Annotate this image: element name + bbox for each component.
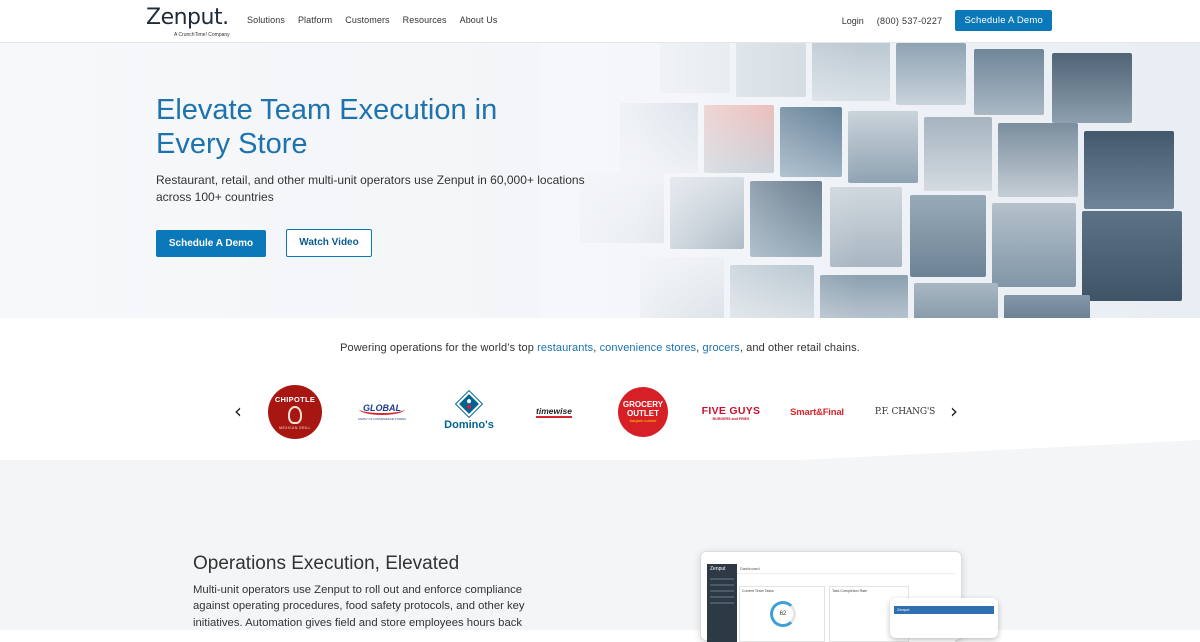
login-link[interactable]: Login <box>842 16 864 26</box>
brand-chipotle: CHIPOTLE MEXICAN GRILL <box>268 385 322 439</box>
hero-title: Elevate Team Execution in Every Store <box>156 94 498 160</box>
five-guys-logo-text: FIVE GUYS <box>701 404 761 417</box>
phone-link[interactable]: (800) 537-0227 <box>877 16 943 26</box>
mobile-app-header: Zenput <box>894 606 994 614</box>
dashboard-brand: Zenput <box>710 566 726 572</box>
nav-links: Solutions Platform Customers Resources A… <box>247 15 497 25</box>
brand-dominos: Domino's <box>440 389 498 437</box>
intro-prefix: Powering operations for the world’s top <box>340 342 538 354</box>
top-nav: Zenput. A CrunchTime! Company Solutions … <box>0 0 1200 43</box>
global-sub-text: FAMILY OF CONVENIENCE STORES <box>358 417 406 421</box>
watch-video-button[interactable]: Watch Video <box>286 229 372 257</box>
brand-grocery-outlet: GROCERY OUTLET bargain market <box>618 387 668 437</box>
nav-resources[interactable]: Resources <box>403 15 447 25</box>
pf-changs-logo-text: P.F. CHANG'S <box>874 407 936 417</box>
nav-solutions[interactable]: Solutions <box>247 15 285 25</box>
nav-customers[interactable]: Customers <box>345 15 389 25</box>
brand-pf-changs: P.F. CHANG'S <box>872 401 938 423</box>
chipotle-logo-text: CHIPOTLE <box>274 394 316 404</box>
outlet-logo-text: OUTLET <box>627 409 659 418</box>
hero-section: Elevate Team Execution in Every Store Re… <box>0 43 1200 318</box>
dashboard-sidebar: Zenput <box>707 564 737 642</box>
five-guys-sub-text: BURGERS and FRIES <box>712 416 750 421</box>
chipotle-pepper-icon <box>288 405 302 424</box>
convenience-stores-link[interactable]: convenience stores <box>600 342 697 354</box>
card-completion-title: Task Completion Rate <box>832 589 868 593</box>
operations-body: Multi-unit operators use Zenput to roll … <box>193 584 525 629</box>
nav-about-us[interactable]: About Us <box>460 15 498 25</box>
restaurants-link[interactable]: restaurants <box>537 342 593 354</box>
schedule-demo-nav-button[interactable]: Schedule A Demo <box>955 10 1052 31</box>
logo-tagline: A CrunchTime! Company <box>174 32 230 38</box>
dashboard-header: Dashboard <box>737 564 955 574</box>
brand-five-guys: FIVE GUYS BURGERS and FRIES <box>696 401 766 425</box>
smart-final-logo-text: Smart&Final <box>790 406 844 418</box>
hero-subtitle: Restaurant, retail, and other multi-unit… <box>156 173 585 204</box>
customers-intro: Powering operations for the world’s top … <box>0 342 1200 354</box>
carousel-next-icon[interactable]: › <box>950 399 958 423</box>
timewise-logo-text: timewise <box>536 406 572 418</box>
brand-carousel: ‹ CHIPOTLE MEXICAN GRILL GLOBAL FAMILY O… <box>230 385 970 441</box>
logo-wordmark: Zenput. <box>146 5 229 30</box>
gauge-ring: 62 <box>770 601 796 627</box>
schedule-demo-button[interactable]: Schedule A Demo <box>156 230 266 257</box>
gauge-value: 62 <box>779 611 787 617</box>
carousel-prev-icon[interactable]: ‹ <box>234 399 242 423</box>
dominos-tile-icon <box>456 391 482 417</box>
mobile-app-mockup: Zenput <box>890 598 998 638</box>
brand-global: GLOBAL FAMILY OF CONVENIENCE STORES <box>352 399 412 425</box>
nav-right: Login (800) 537-0227 Schedule A Demo <box>842 10 1052 31</box>
brand-timewise: timewise <box>522 401 586 423</box>
intro-suffix: , and other retail chains. <box>739 342 860 354</box>
grocers-link[interactable]: grocers <box>702 342 739 354</box>
global-logo-text: GLOBAL <box>359 403 405 415</box>
grocery-sub-text: bargain market <box>629 418 657 423</box>
nav-platform[interactable]: Platform <box>298 15 332 25</box>
card-tasks-title: Current Team Tasks <box>742 589 774 593</box>
dominos-logo-text: Domino's <box>444 419 494 431</box>
grocery-logo-text: GROCERY <box>622 400 664 409</box>
zenput-logo[interactable]: Zenput. A CrunchTime! Company <box>146 5 232 39</box>
operations-section <box>0 460 1200 630</box>
operations-title: Operations Execution, Elevated <box>193 553 460 574</box>
brand-smart-final: Smart&Final <box>784 402 850 422</box>
dashboard-card-tasks: Current Team Tasks 62 <box>739 586 825 642</box>
chipotle-sub-text: MEXICAN GRILL <box>279 425 311 430</box>
